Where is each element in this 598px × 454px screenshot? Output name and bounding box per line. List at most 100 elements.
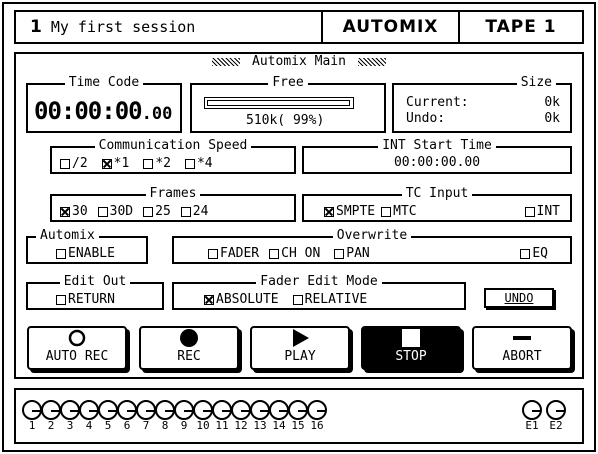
abort-icon xyxy=(513,336,531,340)
automix-enable-checkbox[interactable]: ENABLE xyxy=(56,246,115,261)
int-start-group[interactable]: INT Start Time 00:00:00.00 xyxy=(302,138,572,174)
channel-knob-14[interactable] xyxy=(269,400,289,420)
stop-button[interactable]: STOP xyxy=(361,326,461,370)
frames-25-checkbox[interactable]: 25 xyxy=(143,204,171,219)
comm-speed-legend: Communication Speed xyxy=(94,138,252,153)
tc-smpte-checkbox[interactable]: SMPTE xyxy=(324,204,375,219)
frames-24-checkbox[interactable]: 24 xyxy=(180,204,209,219)
channel-knob-8[interactable] xyxy=(155,400,175,420)
checkbox-box xyxy=(269,248,280,259)
channel-label: 15 xyxy=(291,419,305,432)
auto-rec-label: AUTO REC xyxy=(45,349,109,364)
rec-button[interactable]: REC xyxy=(139,326,239,370)
channel-label: 7 xyxy=(142,419,150,432)
overwrite-group: Overwrite FADER CH ON PAN EQ xyxy=(172,228,572,264)
channel-knob-7[interactable] xyxy=(136,400,156,420)
tc-input-group: TC Input SMPTE MTC INT xyxy=(302,186,572,222)
speed-x1-checkbox[interactable]: *1 xyxy=(101,156,129,171)
edit-out-group: Edit Out RETURN xyxy=(26,274,164,310)
edit-out-options: RETURN xyxy=(28,292,162,307)
channel-knob-10[interactable] xyxy=(193,400,213,420)
channel-knob-5[interactable] xyxy=(98,400,118,420)
overwrite-pan-checkbox[interactable]: PAN xyxy=(334,246,370,261)
undo-button[interactable]: UNDO xyxy=(484,288,554,308)
channel-label: 9 xyxy=(180,419,188,432)
title-hatch-right xyxy=(357,57,386,66)
channel-knob-4[interactable] xyxy=(79,400,99,420)
size-legend: Size xyxy=(516,75,556,90)
checkbox-label: ABSOLUTE xyxy=(216,292,279,307)
frames-options: 30 30D 25 24 xyxy=(52,204,294,219)
checkbox-label: RELATIVE xyxy=(304,292,368,307)
checkbox-label: *2 xyxy=(155,156,171,171)
channel-label: E2 xyxy=(549,419,563,432)
channel-knob-9[interactable] xyxy=(174,400,194,420)
free-legend: Free xyxy=(268,75,308,90)
undo-label: UNDO xyxy=(504,291,534,305)
play-icon xyxy=(293,329,309,347)
tc-mtc-checkbox[interactable]: MTC xyxy=(381,204,417,219)
edit-out-return-checkbox[interactable]: RETURN xyxy=(56,292,115,307)
channel-knob-16[interactable] xyxy=(307,400,327,420)
checkbox-box xyxy=(60,206,70,217)
tc-int-checkbox[interactable]: INT xyxy=(524,204,560,219)
checkbox-label: 24 xyxy=(192,204,209,219)
checkbox-label: 30 xyxy=(72,204,88,219)
checkbox-label: MTC xyxy=(393,204,417,219)
channel-knob-1[interactable] xyxy=(22,400,42,420)
session-number: 1 xyxy=(30,17,43,37)
panel-title-text: Automix Main xyxy=(252,54,346,69)
channel-knob-e2[interactable] xyxy=(546,400,566,420)
play-button[interactable]: PLAY xyxy=(250,326,350,370)
checkbox-label: FADER xyxy=(220,246,260,261)
checkbox-label: ENABLE xyxy=(68,246,115,261)
fader-mode-group: Fader Edit Mode ABSOLUTE RELATIVE xyxy=(172,274,466,310)
speed-half-checkbox[interactable]: /2 xyxy=(60,156,88,171)
overwrite-fader-checkbox[interactable]: FADER xyxy=(208,246,259,261)
stop-label: STOP xyxy=(395,349,427,364)
channel-label: 10 xyxy=(196,419,210,432)
stop-icon xyxy=(402,329,420,347)
speed-x4-checkbox[interactable]: *4 xyxy=(184,156,213,171)
channel-knob-15[interactable] xyxy=(288,400,308,420)
fader-absolute-checkbox[interactable]: ABSOLUTE xyxy=(204,292,279,307)
time-code-value: 00:00:00 xyxy=(34,97,143,125)
frames-30d-checkbox[interactable]: 30D xyxy=(97,204,133,219)
title-hatch-left xyxy=(212,57,241,66)
overwrite-chon-checkbox[interactable]: CH ON xyxy=(269,246,320,261)
overwrite-eq-checkbox[interactable]: EQ xyxy=(520,246,548,261)
abort-button[interactable]: ABORT xyxy=(472,326,572,370)
checkbox-box xyxy=(292,294,303,305)
channel-label: 16 xyxy=(310,419,324,432)
auto-rec-button[interactable]: AUTO REC xyxy=(27,326,127,370)
time-code-group: Time Code 00:00:00.00 xyxy=(26,75,182,133)
checkbox-label: EQ xyxy=(532,246,548,261)
checkbox-label: CH ON xyxy=(281,246,321,261)
channel-knob-3[interactable] xyxy=(60,400,80,420)
tc-input-options: SMPTE MTC INT xyxy=(304,204,570,219)
channel-label: 5 xyxy=(104,419,112,432)
panel-title: Automix Main xyxy=(14,54,584,69)
channel-label: 2 xyxy=(47,419,55,432)
checkbox-label: RETURN xyxy=(68,292,115,307)
speed-x2-checkbox[interactable]: *2 xyxy=(143,156,171,171)
channel-knob-e1[interactable] xyxy=(522,400,542,420)
channel-knob-2[interactable] xyxy=(41,400,61,420)
header-bar: 1 My first session AUTOMIX TAPE 1 xyxy=(14,10,584,44)
fader-relative-checkbox[interactable]: RELATIVE xyxy=(292,292,368,307)
checkbox-box xyxy=(524,206,535,217)
channel-label: E1 xyxy=(525,419,539,432)
checkbox-box xyxy=(184,158,195,169)
checkbox-box xyxy=(56,248,66,259)
channel-label: 6 xyxy=(123,419,131,432)
checkbox-box xyxy=(143,158,154,169)
channel-knob-13[interactable] xyxy=(250,400,270,420)
checkbox-box xyxy=(56,294,66,305)
free-meter-fill xyxy=(207,100,350,106)
frames-30-checkbox[interactable]: 30 xyxy=(60,204,88,219)
rec-label: REC xyxy=(177,349,201,364)
channel-knob-11[interactable] xyxy=(212,400,232,420)
time-code-legend: Time Code xyxy=(64,75,144,90)
channel-knob-6[interactable] xyxy=(117,400,137,420)
channel-knob-12[interactable] xyxy=(231,400,251,420)
